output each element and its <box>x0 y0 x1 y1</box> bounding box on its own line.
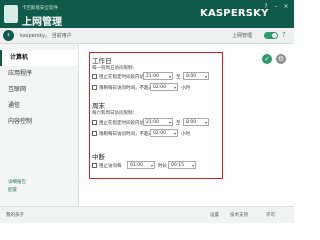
workday-block-period-label: 阻止在指定时间段内访问 <box>99 75 149 80</box>
chevron-down-icon: ▾ <box>150 163 153 168</box>
configure-link[interactable]: 配置 <box>8 187 17 193</box>
workday-limit-select[interactable]: 02:00 ▾ <box>150 83 178 91</box>
weekend-title: 周末 <box>92 102 105 110</box>
breaks-interval-select[interactable]: 01:00 ▾ <box>127 161 155 169</box>
breaks-interval-value: 01:00 <box>130 163 143 168</box>
parental-control-label: 上网管理 <box>232 33 253 39</box>
chevron-down-icon: ▾ <box>204 74 207 79</box>
workday-to-label: 至 <box>176 75 181 80</box>
sidebar-item-communication[interactable]: 通信 <box>0 98 78 114</box>
workday-to-select[interactable]: 8:00 ▾ <box>183 72 209 80</box>
settings-link[interactable]: 设置 <box>210 212 219 218</box>
weekend-from-select[interactable]: 21:00 ▾ <box>143 118 173 126</box>
sidebar-item-computer[interactable]: 计算机 <box>0 50 78 66</box>
app-subtitle: 卡巴斯基安全软件 <box>22 6 58 11</box>
weekend-limit-daily-label: 限制每日访问时间，不超过 <box>99 132 153 137</box>
weekend-block-period-checkbox[interactable] <box>92 120 97 125</box>
weekend-to-value: 8:00 <box>186 120 197 125</box>
sub-header: ‹ kaspersky。 当前用户 上网管理 ? <box>0 28 294 44</box>
enable-icon[interactable]: ✓ <box>262 54 272 64</box>
workday-limit-daily-label: 限制每日访问时间，不超过 <box>99 86 153 91</box>
minimize-button[interactable]: – <box>272 3 280 10</box>
weekend-block-period-label: 阻止在指定时间段内访问 <box>99 121 149 126</box>
weekend-hours-label: 小时 <box>181 132 190 137</box>
workday-from-value: 21:00 <box>146 74 159 79</box>
app-logo-icon <box>4 5 18 23</box>
workday-limit-daily-checkbox[interactable] <box>92 85 97 90</box>
workday-from-select[interactable]: 21:00 ▾ <box>143 72 173 80</box>
current-user-label: kaspersky。 当前用户 <box>20 33 72 39</box>
workday-caption: 每一到周五访问限制： <box>92 66 137 71</box>
sidebar-item-internet[interactable]: 互联网 <box>0 82 78 98</box>
page-title: 上网管理 <box>22 17 62 28</box>
weekend-from-value: 21:00 <box>146 120 159 125</box>
breaks-duration-select[interactable]: 00:15 ▾ <box>168 161 196 169</box>
workday-block-period-checkbox[interactable] <box>92 74 97 79</box>
weekend-limit-select[interactable]: 02:00 ▾ <box>150 129 178 137</box>
sidebar-item-content-control[interactable]: 内容控制 <box>0 114 78 130</box>
chevron-down-icon: ▾ <box>173 85 176 90</box>
back-button[interactable]: ‹ <box>3 30 14 41</box>
support-link[interactable]: 技术支持 <box>230 212 248 218</box>
title-bar: 卡巴斯基安全软件 上网管理 KASPERSKY ? – × <box>0 0 294 28</box>
breaks-duration-value: 00:15 <box>171 163 184 168</box>
weekend-limit-daily-checkbox[interactable] <box>92 131 97 136</box>
weekend-limit-value: 02:00 <box>153 131 166 136</box>
sidebar-item-applications[interactable]: 应用程序 <box>0 66 78 82</box>
parental-control-toggle[interactable] <box>264 32 278 39</box>
back-arrow-icon: ‹ <box>6 30 11 39</box>
breaks-title: 中断 <box>92 153 105 161</box>
chevron-down-icon: ▾ <box>204 120 207 125</box>
chevron-down-icon: ▾ <box>191 163 194 168</box>
help-button[interactable]: ? <box>262 3 270 10</box>
chevron-down-icon: ▾ <box>168 120 171 125</box>
workday-limit-value: 02:00 <box>153 85 166 90</box>
workday-hours-label: 小时 <box>181 86 190 91</box>
chevron-down-icon: ▾ <box>168 74 171 79</box>
settings-gear-icon[interactable]: ⚙ <box>276 54 286 64</box>
help-circle-icon[interactable]: ? <box>282 31 290 39</box>
workday-title: 工作日 <box>92 57 112 65</box>
breaks-duration-label: 时长 <box>158 164 167 169</box>
brand-logo: KASPERSKY <box>200 8 269 19</box>
workday-to-value: 8:00 <box>186 74 197 79</box>
breaks-label: 阻止访问每 <box>99 164 122 169</box>
footer: 我的孩子 设置 技术支持 许可 <box>0 206 294 223</box>
my-children-link[interactable]: 我的孩子 <box>6 212 24 218</box>
weekend-to-label: 至 <box>176 121 181 126</box>
close-button[interactable]: × <box>282 3 290 10</box>
weekend-to-select[interactable]: 8:00 ▾ <box>183 118 209 126</box>
weekend-caption: 每六和周日访问限制： <box>92 111 137 116</box>
sidebar: 计算机 应用程序 互联网 通信 内容控制 详细报告 配置 <box>0 44 79 206</box>
chevron-down-icon: ▾ <box>173 131 176 136</box>
breaks-checkbox[interactable] <box>92 163 97 168</box>
license-link[interactable]: 许可 <box>266 212 275 218</box>
detailed-report-link[interactable]: 详细报告 <box>8 179 26 185</box>
